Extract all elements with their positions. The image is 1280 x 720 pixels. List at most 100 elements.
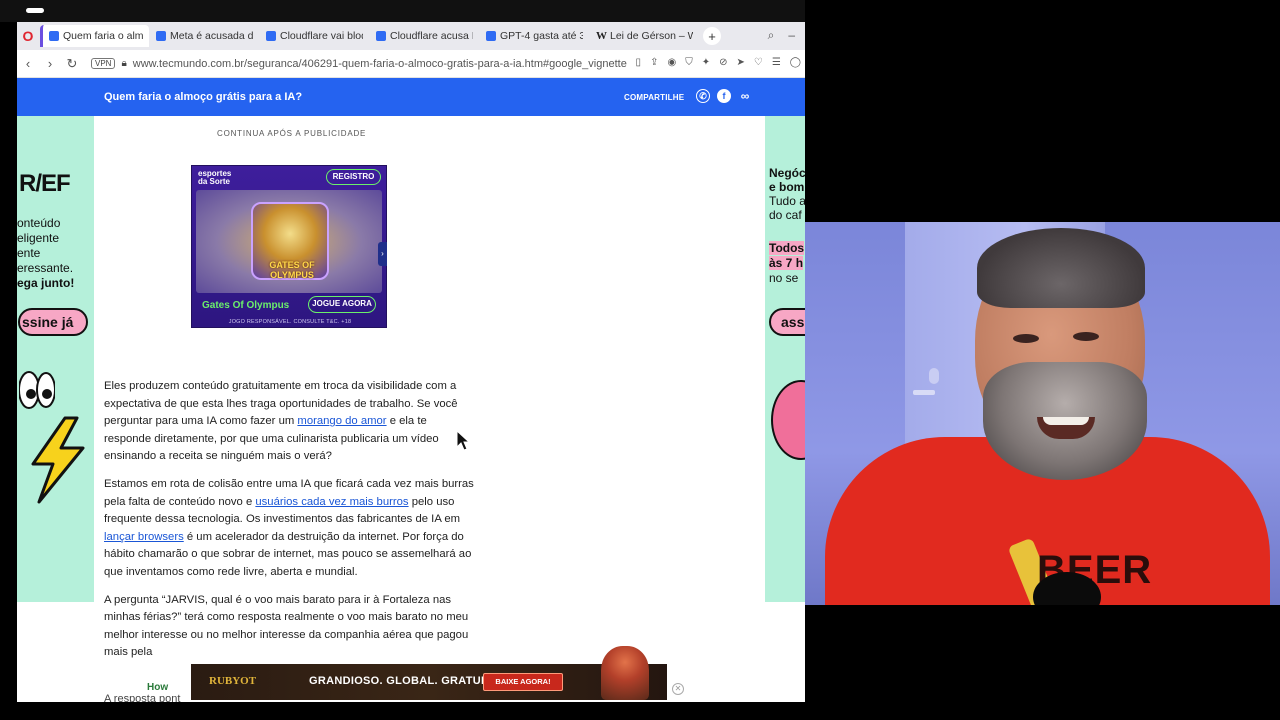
left-ad-headline: R/EF [19, 170, 71, 197]
article-paragraph: Estamos em rota de colisão entre uma IA … [104, 476, 476, 582]
top-strip [0, 0, 805, 22]
tab-meta[interactable]: Meta é acusada de u [150, 25, 259, 47]
right-eye [1073, 332, 1099, 341]
tab-cloudflare-bloqu[interactable]: Cloudflare vai bloqu [260, 25, 369, 47]
menu-icon[interactable]: ☰ [772, 57, 781, 68]
link-morango-do-amor[interactable]: morango do amor [297, 415, 386, 427]
back-button[interactable]: ‹ [17, 56, 39, 71]
send-icon[interactable]: ➤ [736, 57, 744, 68]
tab-quem-faria[interactable]: Quem faria o almoço [40, 25, 149, 47]
heart-icon[interactable]: ♡ [754, 57, 763, 68]
web-page: Quem faria o almoço grátis para a IA? CO… [17, 78, 805, 702]
whatsapp-icon[interactable]: ✆ [696, 89, 710, 103]
share-label: COMPARTILHE [624, 93, 685, 102]
tab-gpt4[interactable]: GPT-4 gasta até 3 ga [480, 25, 589, 47]
search-tabs-icon[interactable]: ⌕ [768, 28, 775, 43]
tecmundo-favicon-icon [486, 31, 496, 41]
article-paragraph: Eles produzem conteúdo gratuitamente em … [104, 378, 476, 466]
left-ad-line: ega junto! [17, 276, 75, 290]
link-usuarios-burros[interactable]: usuários cada vez mais burros [255, 496, 408, 508]
wikipedia-favicon-icon: W [596, 30, 607, 42]
tecmundo-favicon-icon [266, 31, 276, 41]
tab-label: Quem faria o almoço [63, 30, 143, 42]
game-logo: RUBYOT [209, 675, 257, 687]
left-eye [1013, 334, 1039, 343]
casino-banner-ad[interactable]: esportes da Sorte REGISTRO GATES OF OLYMP… [191, 165, 387, 328]
right-ad-subscribe-button[interactable]: ass [769, 308, 805, 336]
webcam-overlay: BEER [805, 222, 1280, 605]
left-ad-text: onteúdo eligente ente eressante. ega jun… [17, 216, 74, 291]
vpn-badge[interactable]: VPN [91, 58, 116, 69]
warrior-character-icon [601, 646, 649, 700]
ad-brand-bottom: da Sorte [198, 177, 231, 186]
tab-lei-de-gerson[interactable]: WLei de Gérson – Wiki [590, 25, 699, 47]
tecmundo-favicon-icon [49, 31, 59, 41]
tab-label: GPT-4 gasta até 3 ga [500, 30, 583, 42]
register-button[interactable]: REGISTRO [326, 169, 381, 185]
left-ad-subscribe-button[interactable]: ssine já [18, 308, 88, 336]
lock-icon[interactable]: 🔒︎ [121, 58, 126, 69]
game-artwork: GATES OF OLYMPUS [196, 190, 382, 293]
opera-logo-icon[interactable]: O [17, 22, 39, 50]
share-icon[interactable]: ⇪ [650, 57, 658, 68]
browser-window: O Quem faria o almoço Meta é acusada de … [17, 22, 805, 702]
article-sticky-bar: Quem faria o almoço grátis para a IA? CO… [17, 78, 805, 116]
forward-button[interactable]: › [39, 56, 61, 71]
close-ad-icon[interactable]: ✕ [672, 683, 684, 695]
tecmundo-favicon-icon [376, 31, 386, 41]
game-logo-card: GATES OF OLYMPUS [251, 202, 329, 280]
left-ad-line: eressante. [17, 261, 74, 275]
article-body: Eles produzem conteúdo gratuitamente em … [104, 378, 476, 672]
link-lancar-browsers[interactable]: lançar browsers [104, 531, 184, 543]
tab-label: Cloudflare vai bloqu [280, 30, 363, 42]
profile-icon[interactable]: ◯ [790, 57, 801, 68]
round-sticker-icon [771, 380, 805, 460]
tab-label: Meta é acusada de u [170, 30, 253, 42]
right-ad-highlight: Todos [769, 241, 805, 255]
right-ad-line: no se [769, 271, 799, 285]
left-ad-line: onteúdo [17, 216, 61, 230]
ad-brand: esportes da Sorte [198, 170, 231, 186]
minimize-icon[interactable]: – [788, 28, 795, 43]
door-lock [929, 368, 939, 384]
new-tab-button[interactable]: + [703, 27, 721, 45]
teeth [1043, 417, 1089, 425]
social-buttons: ✆ f ∞ [696, 89, 752, 103]
ad-disclaimer: JOGO RESPONSÁVEL. CONSULTE T&C. +18 [228, 319, 352, 325]
bottom-banner-ad[interactable]: RUBYOT GRANDIOSO. GLOBAL. GRATUITO. BAIX… [191, 646, 667, 700]
address-bar: ‹ › ↻ VPN 🔒︎ www.tecmundo.com.br/seguran… [17, 50, 805, 78]
right-ad-highlight: às 7 h [769, 256, 804, 270]
next-paragraph-start: A resposta pont [104, 693, 181, 702]
ad-tagline: GRANDIOSO. GLOBAL. GRATUITO. [309, 675, 504, 687]
play-now-button[interactable]: JOGUE AGORA [308, 296, 376, 313]
left-side-ad[interactable]: R/EF onteúdo eligente ente eressante. eg… [17, 116, 94, 602]
reader-icon[interactable]: ▯ [636, 57, 642, 68]
url-field[interactable]: www.tecmundo.com.br/seguranca/406291-que… [133, 58, 627, 70]
sticky-title: Quem faria o almoço grátis para a IA? [104, 91, 303, 103]
download-now-button[interactable]: BAIXE AGORA! [483, 673, 563, 691]
facebook-icon[interactable]: f [717, 89, 731, 103]
right-ad-text: Negóc e bom Tudo a do caf [769, 166, 805, 222]
extension-icon[interactable]: ✦ [702, 57, 710, 68]
door-handle [913, 390, 935, 395]
eyes-sticker-icon [19, 371, 55, 409]
adblock-icon[interactable]: ⊘ [719, 57, 727, 68]
right-ad-schedule: Todos às 7 h no se [769, 241, 805, 286]
tab-label: Cloudflare acusa IA [390, 30, 473, 42]
tab-bar: O Quem faria o almoço Meta é acusada de … [17, 22, 805, 50]
screen: O Quem faria o almoço Meta é acusada de … [0, 0, 1280, 720]
right-side-ad[interactable]: Negóc e bom Tudo a do caf Todos às 7 h n… [765, 116, 805, 602]
address-bar-icons: ▯ ⇪ ◉ ⛉ ✦ ⊘ ➤ ♡ ☰ ◯ [636, 57, 801, 68]
right-ad-line: Tudo a [769, 194, 805, 208]
left-ad-line: eligente [17, 231, 60, 245]
camera-icon[interactable]: ◉ [667, 57, 676, 68]
shield-icon[interactable]: ⛉ [685, 57, 693, 68]
carousel-next-icon[interactable]: › [378, 242, 387, 266]
tab-cloudflare-acusa[interactable]: Cloudflare acusa IA [370, 25, 479, 47]
link-icon[interactable]: ∞ [738, 89, 752, 103]
hair [977, 228, 1145, 308]
reload-button[interactable]: ↻ [61, 56, 83, 72]
game-name: Gates Of Olympus [202, 300, 290, 311]
mouse-cursor-icon [456, 430, 470, 451]
how-label[interactable]: How [147, 682, 168, 693]
